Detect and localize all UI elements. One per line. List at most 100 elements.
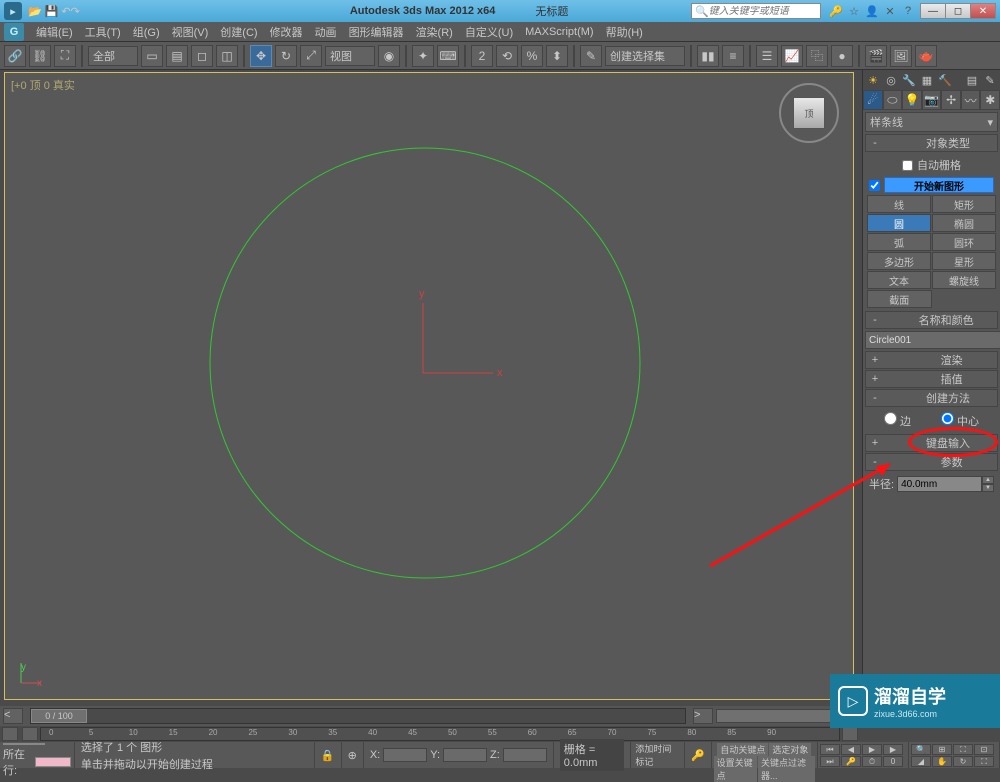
render-setup-icon[interactable]: 🎬 (865, 45, 887, 67)
move-icon[interactable]: ✥ (250, 45, 272, 67)
shape-line[interactable]: 线 (867, 195, 931, 213)
rotate-icon[interactable]: ↻ (275, 45, 297, 67)
radio-edge[interactable]: 边 (884, 412, 911, 429)
tab-geometry-icon[interactable]: ☄ (863, 90, 883, 110)
menu-animation[interactable]: 动画 (309, 24, 343, 40)
named-sel-set[interactable]: 创建选择集 (605, 46, 685, 66)
zoom-all-icon[interactable]: ⊞ (932, 744, 952, 755)
menu-help[interactable]: 帮助(H) (600, 24, 649, 40)
y-input[interactable] (443, 748, 487, 762)
favorite-icon[interactable]: ☆ (847, 4, 861, 18)
menu-create[interactable]: 创建(C) (214, 24, 263, 40)
select-icon[interactable]: ▭ (141, 45, 163, 67)
rollout-name-color[interactable]: -名称和颜色 (865, 311, 998, 329)
viewcube[interactable]: 顶 (779, 83, 839, 143)
trackbar-toggle-icon[interactable] (2, 727, 18, 741)
time-slider-thumb[interactable]: 0 / 100 (31, 709, 87, 723)
play-icon[interactable]: ▶ (862, 744, 882, 755)
shape-ngon[interactable]: 多边形 (867, 252, 931, 270)
absolute-mode-icon[interactable]: ⊕ (342, 742, 364, 768)
setkey-button[interactable]: 设置关键点 (714, 756, 757, 782)
rollout-method[interactable]: -创建方法 (865, 389, 998, 407)
menu-customize[interactable]: 自定义(U) (459, 24, 519, 40)
selected-obj-dropdown[interactable]: 选定对象 (769, 743, 811, 756)
lock-selection-icon[interactable]: 🔒 (315, 742, 342, 768)
tab-lights-icon[interactable]: 💡 (902, 90, 922, 110)
menu-edit[interactable]: 编辑(E) (30, 24, 79, 40)
info-icon[interactable]: 🔑 (829, 4, 843, 18)
shape-rectangle[interactable]: 矩形 (932, 195, 996, 213)
frame-input[interactable]: 0 (883, 756, 903, 767)
tab-helpers-icon[interactable]: ✢ (941, 90, 961, 110)
align-icon[interactable]: ≡ (722, 45, 744, 67)
menu-modifiers[interactable]: 修改器 (264, 24, 309, 40)
next-frame-icon[interactable]: ▶ (883, 744, 903, 755)
render-icon[interactable]: 🫖 (915, 45, 937, 67)
pivot-icon[interactable]: ◉ (378, 45, 400, 67)
tab-shapes-icon[interactable]: ⬭ (883, 90, 903, 110)
viewport-top[interactable]: [+0 顶 0 真实 x y 顶 yx (4, 72, 854, 700)
trackbar-config-icon[interactable] (22, 727, 38, 741)
ref-coord-system[interactable]: 视图 (325, 46, 375, 66)
shape-ellipse[interactable]: 椭圆 (932, 214, 996, 232)
time-tag-add[interactable]: 添加时间标记 (631, 742, 684, 768)
tab-cameras-icon[interactable]: 📷 (922, 90, 942, 110)
menu-rendering[interactable]: 渲染(R) (410, 24, 459, 40)
category-dropdown[interactable]: 样条线▾ (865, 112, 998, 132)
rollout-render[interactable]: +渲染 (865, 351, 998, 369)
schematic-icon[interactable]: ⿻ (806, 45, 828, 67)
app-menu-icon[interactable]: G (4, 23, 24, 41)
hammer-icon[interactable]: 🔨 (937, 72, 953, 88)
start-new-shape-button[interactable]: 开始新图形 (884, 177, 994, 193)
timeline-btn[interactable]: < (3, 708, 23, 724)
layers-icon[interactable]: ☰ (756, 45, 778, 67)
unlink-icon[interactable]: ⛓ (29, 45, 51, 67)
menu-maxscript[interactable]: MAXScript(M) (519, 26, 599, 38)
key-icon[interactable]: 🔑 (685, 742, 712, 768)
signin-icon[interactable]: 👤 (865, 4, 879, 18)
rollout-object-type[interactable]: -对象类型 (865, 134, 998, 152)
compass-icon[interactable]: ◎ (883, 72, 899, 88)
rollout-keyboard[interactable]: +键盘输入 (865, 434, 998, 452)
brush-icon[interactable]: ✎ (982, 72, 998, 88)
z-input[interactable] (503, 748, 547, 762)
bind-icon[interactable]: ⛶ (54, 45, 76, 67)
viewcube-face[interactable]: 顶 (793, 97, 825, 129)
spinner-down-icon[interactable]: ▼ (982, 484, 994, 492)
radius-input[interactable] (897, 476, 982, 492)
time-config-icon[interactable]: ⏱ (862, 756, 882, 767)
help-icon[interactable]: ? (901, 4, 915, 18)
time-slider-track[interactable]: 0 / 100 (30, 708, 686, 724)
material-icon[interactable]: ● (831, 45, 853, 67)
qat-icon[interactable]: 💾 (45, 5, 59, 18)
snap-angle-icon[interactable]: ⟲ (496, 45, 518, 67)
mirror-icon[interactable]: ▮▮ (697, 45, 719, 67)
selection-filter[interactable]: 全部 (88, 46, 138, 66)
tab-systems-icon[interactable]: ✱ (980, 90, 1000, 110)
tab-spacewarps-icon[interactable]: 〰 (961, 90, 981, 110)
help-search-input[interactable] (709, 6, 817, 17)
menu-graph[interactable]: 图形编辑器 (343, 24, 410, 40)
goto-start-icon[interactable]: ⏮ (820, 744, 840, 755)
shape-circle[interactable]: 圆 (867, 214, 931, 232)
curve-editor-icon[interactable]: 📈 (781, 45, 803, 67)
x-input[interactable] (383, 748, 427, 762)
exchange-icon[interactable]: ✕ (883, 4, 897, 18)
orbit-icon[interactable]: ↻ (953, 756, 973, 767)
shape-section[interactable]: 截面 (867, 290, 932, 308)
help-search[interactable]: 🔍 (691, 3, 821, 19)
qat-redo-icon[interactable]: ↷ (71, 5, 80, 18)
manip-icon[interactable]: ✦ (412, 45, 434, 67)
trackbar-icon[interactable] (842, 727, 858, 741)
timeline-btn[interactable]: > (693, 708, 713, 724)
prev-frame-icon[interactable]: ◀ (841, 744, 861, 755)
named-sel-icon[interactable]: ✎ (580, 45, 602, 67)
snap2d-icon[interactable]: 2 (471, 45, 493, 67)
shape-text[interactable]: 文本 (867, 271, 931, 289)
goto-end-icon[interactable]: ⏭ (820, 756, 840, 767)
sun-icon[interactable]: ☀ (865, 72, 881, 88)
fov-icon[interactable]: ◢ (911, 756, 931, 767)
maximize-button[interactable]: ◻ (945, 3, 971, 19)
zoom-extents-icon[interactable]: ⛶ (953, 744, 973, 755)
keyboard-icon[interactable]: ⌨ (437, 45, 459, 67)
